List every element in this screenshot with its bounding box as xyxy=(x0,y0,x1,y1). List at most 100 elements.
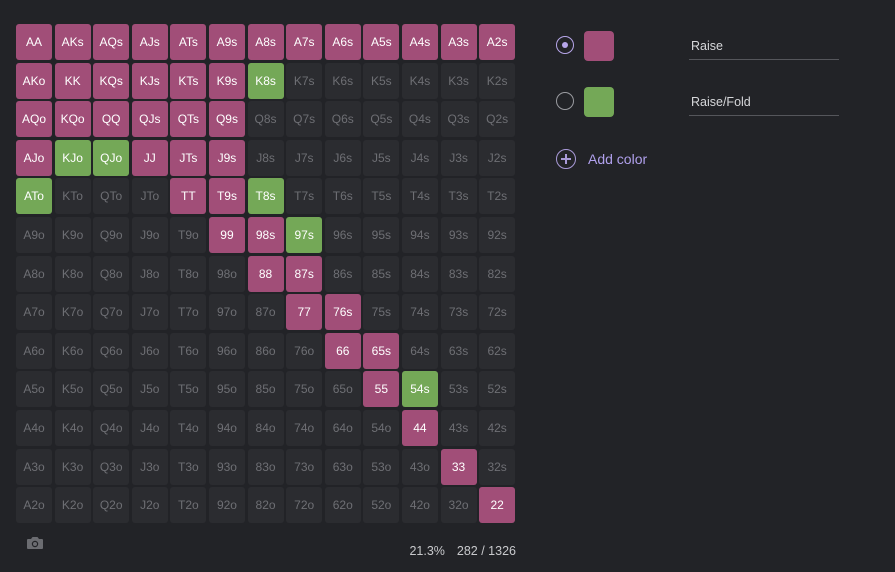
hand-cell-86o[interactable]: 86o xyxy=(247,332,284,369)
hand-cell-63s[interactable]: 63s xyxy=(440,332,477,369)
hand-cell-83o[interactable]: 83o xyxy=(247,448,284,485)
hand-cell-42s[interactable]: 42s xyxy=(479,409,516,446)
hand-cell-a8o[interactable]: A8o xyxy=(16,255,52,292)
hand-cell-72s[interactable]: 72s xyxy=(479,294,516,331)
hand-cell-j6o[interactable]: J6o xyxy=(131,332,168,369)
hand-cell-t8o[interactable]: T8o xyxy=(170,255,207,292)
hand-cell-qjs[interactable]: QJs xyxy=(131,101,168,138)
hand-cell-64o[interactable]: 64o xyxy=(324,409,361,446)
hand-cell-92s[interactable]: 92s xyxy=(479,216,516,253)
hand-cell-aks[interactable]: AKs xyxy=(54,24,91,60)
raise-fold-radio[interactable] xyxy=(556,92,574,110)
hand-cell-87s[interactable]: 87s xyxy=(286,255,323,292)
hand-cell-k6s[interactable]: K6s xyxy=(324,62,361,99)
hand-cell-q9o[interactable]: Q9o xyxy=(93,216,130,253)
camera-icon[interactable] xyxy=(26,535,44,551)
hand-cell-t3o[interactable]: T3o xyxy=(170,448,207,485)
hand-cell-qjo[interactable]: QJo xyxy=(93,139,130,176)
hand-cell-a3s[interactable]: A3s xyxy=(440,24,477,60)
hand-cell-kto[interactable]: KTo xyxy=(54,178,91,215)
hand-cell-84o[interactable]: 84o xyxy=(247,409,284,446)
hand-cell-q5o[interactable]: Q5o xyxy=(93,371,130,408)
hand-cell-t8s[interactable]: T8s xyxy=(247,178,284,215)
hand-cell-85s[interactable]: 85s xyxy=(363,255,400,292)
hand-cell-aqs[interactable]: AQs xyxy=(93,24,130,60)
hand-cell-95o[interactable]: 95o xyxy=(208,371,245,408)
hand-cell-q2s[interactable]: Q2s xyxy=(479,101,516,138)
raise-fold-name-input[interactable] xyxy=(689,92,839,116)
add-color-button[interactable]: Add color xyxy=(556,148,647,170)
hand-cell-t9s[interactable]: T9s xyxy=(208,178,245,215)
hand-cell-q4s[interactable]: Q4s xyxy=(401,101,438,138)
hand-cell-53o[interactable]: 53o xyxy=(363,448,400,485)
hand-cell-j7s[interactable]: J7s xyxy=(286,139,323,176)
hand-cell-k5o[interactable]: K5o xyxy=(54,371,91,408)
hand-cell-42o[interactable]: 42o xyxy=(401,487,438,524)
hand-cell-82s[interactable]: 82s xyxy=(479,255,516,292)
hand-cell-74o[interactable]: 74o xyxy=(286,409,323,446)
hand-cell-q7s[interactable]: Q7s xyxy=(286,101,323,138)
hand-cell-tt[interactable]: TT xyxy=(170,178,207,215)
hand-cell-62s[interactable]: 62s xyxy=(479,332,516,369)
hand-cell-q5s[interactable]: Q5s xyxy=(363,101,400,138)
hand-cell-97s[interactable]: 97s xyxy=(286,216,323,253)
hand-cell-73s[interactable]: 73s xyxy=(440,294,477,331)
hand-cell-99[interactable]: 99 xyxy=(208,216,245,253)
hand-cell-t5o[interactable]: T5o xyxy=(170,371,207,408)
hand-cell-32s[interactable]: 32s xyxy=(479,448,516,485)
hand-cell-77[interactable]: 77 xyxy=(286,294,323,331)
hand-cell-a7s[interactable]: A7s xyxy=(286,24,323,60)
hand-cell-qts[interactable]: QTs xyxy=(170,101,207,138)
hand-cell-65o[interactable]: 65o xyxy=(324,371,361,408)
hand-cell-43o[interactable]: 43o xyxy=(401,448,438,485)
hand-cell-43s[interactable]: 43s xyxy=(440,409,477,446)
hand-cell-a2s[interactable]: A2s xyxy=(479,24,516,60)
hand-cell-q3s[interactable]: Q3s xyxy=(440,101,477,138)
hand-cell-a6o[interactable]: A6o xyxy=(16,332,52,369)
hand-cell-a5o[interactable]: A5o xyxy=(16,371,52,408)
hand-cell-t9o[interactable]: T9o xyxy=(170,216,207,253)
hand-cell-t7s[interactable]: T7s xyxy=(286,178,323,215)
hand-cell-93o[interactable]: 93o xyxy=(208,448,245,485)
hand-cell-85o[interactable]: 85o xyxy=(247,371,284,408)
hand-cell-q6s[interactable]: Q6s xyxy=(324,101,361,138)
hand-cell-66[interactable]: 66 xyxy=(324,332,361,369)
hand-cell-k4s[interactable]: K4s xyxy=(401,62,438,99)
hand-cell-ako[interactable]: AKo xyxy=(16,62,52,99)
hand-cell-72o[interactable]: 72o xyxy=(286,487,323,524)
hand-cell-qq[interactable]: QQ xyxy=(93,101,130,138)
hand-cell-j4o[interactable]: J4o xyxy=(131,409,168,446)
hand-cell-a4s[interactable]: A4s xyxy=(401,24,438,60)
hand-cell-76s[interactable]: 76s xyxy=(324,294,361,331)
hand-cell-a3o[interactable]: A3o xyxy=(16,448,52,485)
hand-cell-k7s[interactable]: K7s xyxy=(286,62,323,99)
hand-cell-93s[interactable]: 93s xyxy=(440,216,477,253)
hand-cell-a8s[interactable]: A8s xyxy=(247,24,284,60)
hand-cell-k6o[interactable]: K6o xyxy=(54,332,91,369)
hand-cell-t7o[interactable]: T7o xyxy=(170,294,207,331)
hand-cell-k2o[interactable]: K2o xyxy=(54,487,91,524)
hand-cell-a5s[interactable]: A5s xyxy=(363,24,400,60)
raise-name-input[interactable] xyxy=(689,36,839,60)
hand-cell-94s[interactable]: 94s xyxy=(401,216,438,253)
hand-cell-q7o[interactable]: Q7o xyxy=(93,294,130,331)
hand-cell-ats[interactable]: ATs xyxy=(170,24,207,60)
hand-cell-k9o[interactable]: K9o xyxy=(54,216,91,253)
raise-radio[interactable] xyxy=(556,36,574,54)
hand-cell-jj[interactable]: JJ xyxy=(131,139,168,176)
hand-cell-t2o[interactable]: T2o xyxy=(170,487,207,524)
hand-cell-t6o[interactable]: T6o xyxy=(170,332,207,369)
hand-cell-83s[interactable]: 83s xyxy=(440,255,477,292)
hand-cell-kjs[interactable]: KJs xyxy=(131,62,168,99)
hand-cell-63o[interactable]: 63o xyxy=(324,448,361,485)
hand-cell-76o[interactable]: 76o xyxy=(286,332,323,369)
hand-cell-52o[interactable]: 52o xyxy=(363,487,400,524)
hand-cell-a9s[interactable]: A9s xyxy=(208,24,245,60)
hand-cell-t3s[interactable]: T3s xyxy=(440,178,477,215)
hand-cell-t2s[interactable]: T2s xyxy=(479,178,516,215)
hand-cell-j2o[interactable]: J2o xyxy=(131,487,168,524)
hand-cell-q9s[interactable]: Q9s xyxy=(208,101,245,138)
hand-cell-k5s[interactable]: K5s xyxy=(363,62,400,99)
hand-cell-t6s[interactable]: T6s xyxy=(324,178,361,215)
hand-cell-q4o[interactable]: Q4o xyxy=(93,409,130,446)
